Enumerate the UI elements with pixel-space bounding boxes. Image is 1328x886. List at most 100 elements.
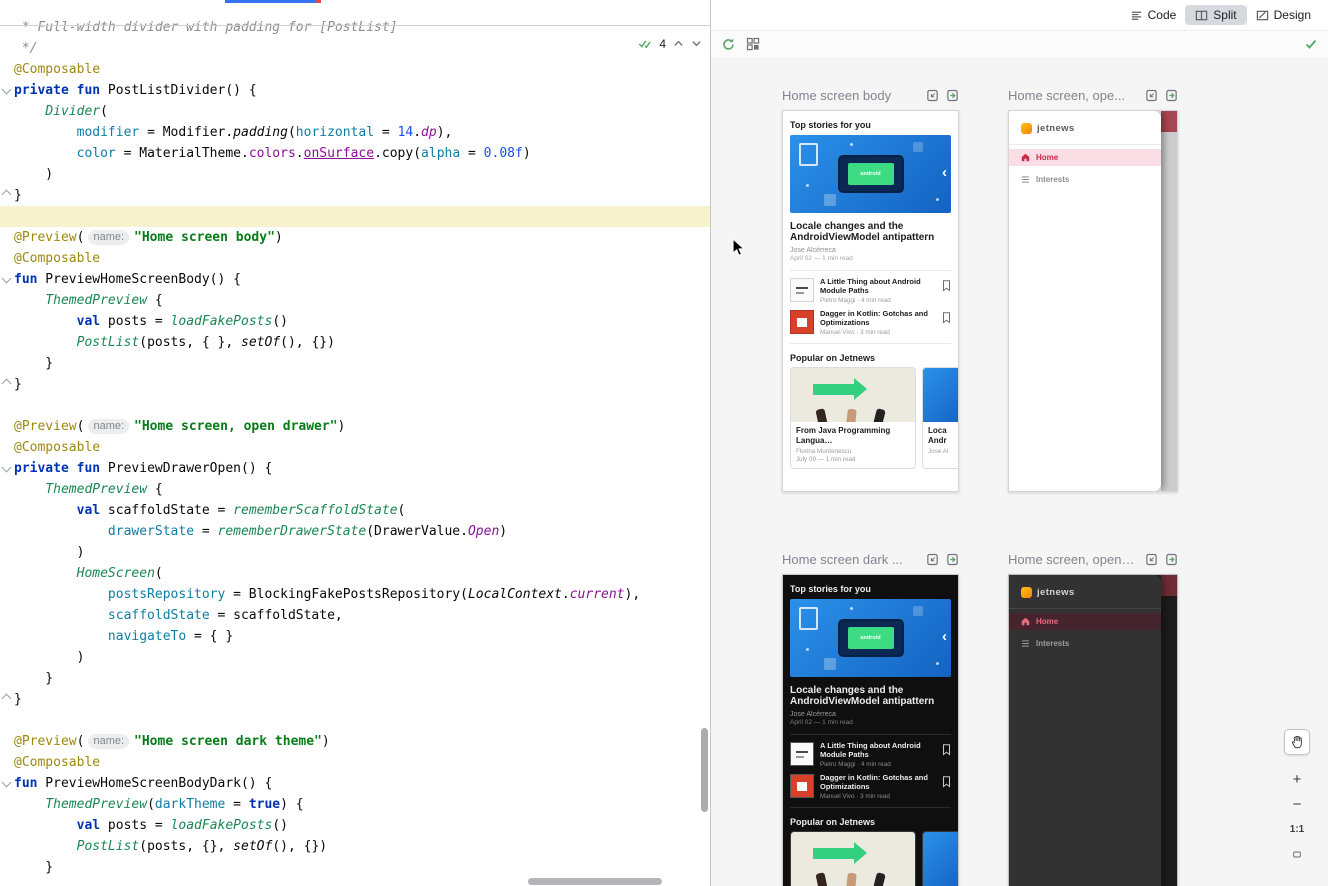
preview-canvas[interactable]: Home screen body Top stories for you and — [711, 57, 1328, 886]
code-token: "Home screen dark theme" — [134, 734, 322, 749]
zoom-ratio-button[interactable]: 1:1 — [1287, 820, 1307, 838]
fold-marker-icon[interactable] — [2, 379, 12, 389]
jetnews-home-preview-dark[interactable]: Top stories for you android ‹ Locale cha… — [782, 574, 959, 886]
ui-check-mode-icon[interactable] — [1145, 553, 1158, 566]
code-token: ) — [14, 167, 53, 182]
inspection-count: 4 — [659, 37, 666, 51]
build-refresh-icon[interactable] — [721, 37, 736, 52]
vertical-scrollbar-thumb[interactable] — [701, 728, 708, 812]
code-line: ThemedPreview { — [14, 290, 710, 311]
previous-problem-icon[interactable] — [673, 38, 684, 49]
android-studio-window: * Full-width divider with padding for [P… — [0, 0, 1328, 886]
nav-drawer: jetnews Home Interests — [1009, 575, 1161, 886]
code-token — [14, 524, 108, 539]
code-token — [14, 482, 45, 497]
code-token: } — [14, 188, 22, 203]
code-token: ) — [338, 419, 346, 434]
preview-pane: Code Split Design — [710, 0, 1328, 886]
jetnews-logo-text: jetnews — [1037, 587, 1075, 598]
tab-strip-border — [0, 25, 710, 26]
fold-marker-icon[interactable] — [2, 778, 12, 788]
drawer-item-interests[interactable]: Interests — [1009, 171, 1161, 188]
ui-check-mode-icon[interactable] — [926, 553, 939, 566]
drawer-item-home[interactable]: Home — [1009, 149, 1161, 166]
run-preview-on-device-icon[interactable] — [946, 89, 959, 102]
post-thumbnail — [790, 310, 814, 334]
jetnews-home-preview-light[interactable]: Top stories for you android ‹ Locale cha… — [782, 110, 959, 492]
jetnews-drawer-preview-light[interactable]: jetnews Home Interests — [1008, 110, 1178, 492]
ui-check-mode-icon[interactable] — [1145, 89, 1158, 102]
popular-post-card[interactable]: From Java Programming Langua… Florina Mu… — [790, 367, 916, 469]
fold-marker-icon[interactable] — [2, 463, 12, 473]
zoom-out-button[interactable]: − — [1287, 795, 1307, 813]
popular-post-card[interactable]: LocaAndr Jose Al — [922, 367, 959, 469]
horizontal-scrollbar-thumb[interactable] — [528, 878, 662, 885]
code-token: fun — [77, 83, 100, 98]
ui-check-mode-icon[interactable] — [926, 89, 939, 102]
code-token — [14, 566, 77, 581]
code-token — [69, 461, 77, 476]
code-token: ThemedPreview — [45, 482, 147, 497]
bookmark-icon[interactable] — [942, 775, 951, 793]
jetnews-drawer-preview-dark[interactable]: jetnews Home Interests — [1008, 574, 1178, 886]
fold-marker-icon[interactable] — [2, 274, 12, 284]
fold-marker-icon[interactable] — [2, 694, 12, 704]
split-view-button[interactable]: Split — [1185, 5, 1245, 25]
code-token — [14, 104, 45, 119]
code-token: darkTheme — [155, 797, 225, 812]
fold-marker-icon[interactable] — [2, 190, 12, 200]
drawer-item-home[interactable]: Home — [1009, 613, 1161, 630]
code-line: @Composable — [14, 437, 710, 458]
pan-tool-button[interactable] — [1284, 729, 1310, 755]
code-line: ) — [14, 164, 710, 185]
code-view-button[interactable]: Code — [1121, 5, 1186, 25]
next-problem-icon[interactable] — [691, 38, 702, 49]
fold-marker-icon[interactable] — [2, 85, 12, 95]
post-title: A Little Thing about Android Module Path… — [820, 278, 936, 295]
bookmark-icon[interactable] — [942, 279, 951, 297]
run-preview-on-device-icon[interactable] — [946, 553, 959, 566]
code-token: (DrawerValue. — [366, 524, 468, 539]
post-title: From Java Programming Langua… — [796, 426, 910, 445]
code-token: } — [14, 860, 53, 875]
code-token: name: — [88, 419, 129, 434]
hero-square-shape — [913, 142, 923, 152]
editor-pane[interactable]: * Full-width divider with padding for [P… — [0, 0, 710, 886]
code-token: ) — [14, 650, 84, 665]
view-options-icon[interactable] — [746, 37, 760, 51]
preview-group-home-body: Home screen body Top stories for you and — [782, 87, 959, 492]
code-token: padding — [233, 125, 288, 140]
popular-post-card[interactable]: From Java Programming Langua… Florina Mu… — [790, 831, 916, 886]
code-token: 0.08f — [484, 146, 523, 161]
bookmark-icon[interactable] — [942, 311, 951, 329]
inspections-ok-icon — [637, 36, 652, 51]
run-preview-on-device-icon[interactable] — [1165, 553, 1178, 566]
drawer-item-interests[interactable]: Interests — [1009, 635, 1161, 652]
zoom-in-button[interactable]: + — [1287, 770, 1307, 788]
code-line: @Composable — [14, 248, 710, 269]
popular-post-card[interactable]: LocaAndr Jose Al — [922, 831, 959, 886]
code-line: ThemedPreview { — [14, 479, 710, 500]
run-preview-on-device-icon[interactable] — [1165, 89, 1178, 102]
code-token: ) — [275, 230, 283, 245]
post-thumbnail — [790, 742, 814, 766]
code-token: fun — [14, 272, 37, 287]
post-title: Locale changes and the AndroidViewModel … — [790, 685, 951, 707]
code-line: val posts = loadFakePosts() — [14, 815, 710, 836]
design-view-button[interactable]: Design — [1246, 5, 1320, 25]
section-title: Top stories for you — [790, 120, 951, 130]
inspection-widget[interactable]: 4 — [637, 36, 702, 51]
list-icon — [1021, 175, 1030, 184]
code-area[interactable]: * Full-width divider with padding for [P… — [14, 17, 710, 878]
code-token: ( — [288, 125, 296, 140]
code-token: @Composable — [14, 440, 100, 455]
code-token: ( — [77, 230, 85, 245]
code-token: @Preview — [14, 419, 77, 434]
simple-post-row: A Little Thing about Android Module Path… — [790, 278, 951, 304]
editor-mode-header: Code Split Design — [711, 0, 1328, 31]
zoom-to-fit-button[interactable] — [1287, 845, 1307, 863]
bookmark-icon[interactable] — [942, 743, 951, 761]
simple-post-row: A Little Thing about Android Module Path… — [790, 742, 951, 768]
hero-document-shape — [799, 143, 818, 166]
code-token: ThemedPreview — [45, 797, 147, 812]
